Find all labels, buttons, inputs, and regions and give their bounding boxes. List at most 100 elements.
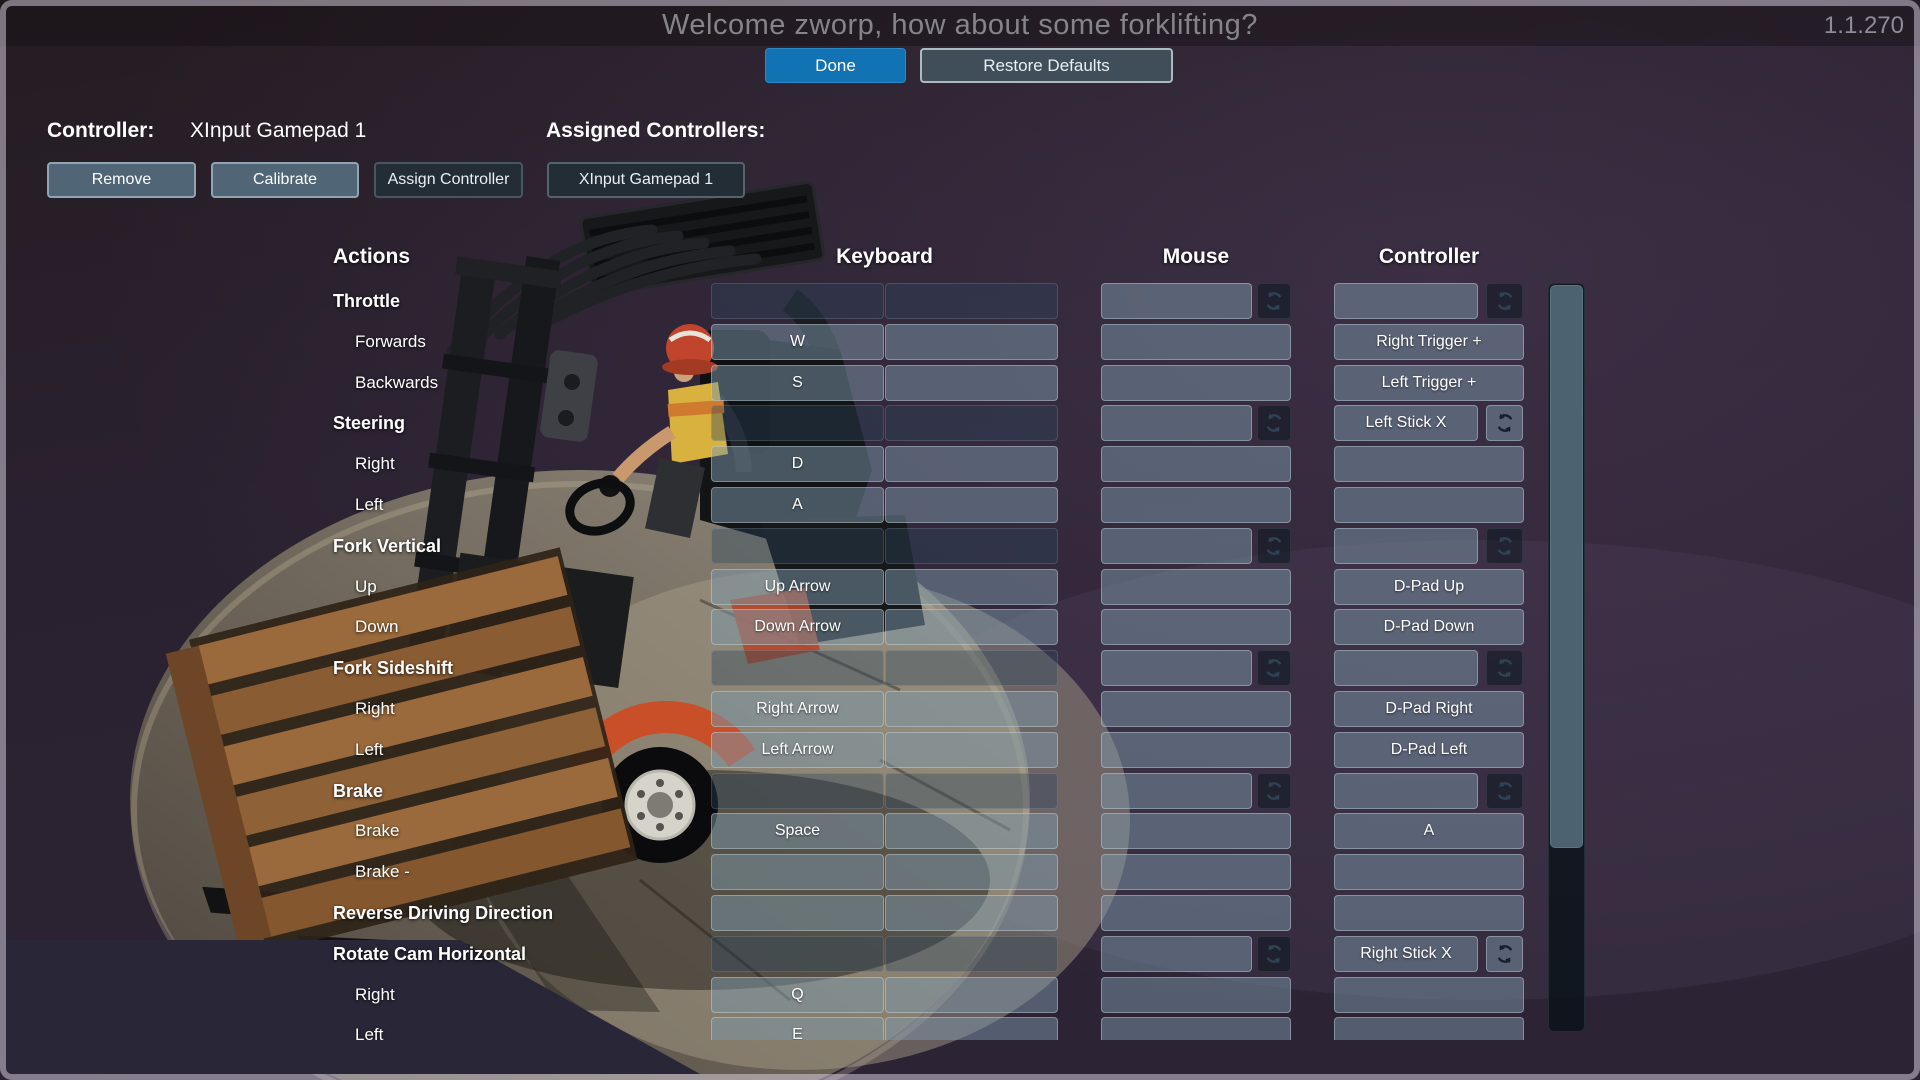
- controller-binding-cell[interactable]: A: [1334, 813, 1524, 849]
- mouse-binding-cell[interactable]: [1101, 895, 1291, 931]
- keyboard-secondary-cell[interactable]: [885, 569, 1058, 605]
- mouse-binding-cell[interactable]: [1101, 1017, 1291, 1040]
- keyboard-secondary-cell[interactable]: [885, 1017, 1058, 1040]
- controller-binding-cell[interactable]: D-Pad Up: [1334, 569, 1524, 605]
- keyboard-primary-cell[interactable]: [711, 936, 884, 972]
- keyboard-primary-cell[interactable]: [711, 773, 884, 809]
- mouse-binding-cell[interactable]: [1101, 609, 1291, 645]
- mouse-binding-cell[interactable]: [1101, 773, 1252, 809]
- controller-binding-cell[interactable]: [1334, 283, 1478, 319]
- keyboard-secondary-cell[interactable]: [885, 773, 1058, 809]
- keyboard-secondary-cell[interactable]: [885, 609, 1058, 645]
- mouse-binding-cell[interactable]: [1101, 446, 1291, 482]
- keyboard-primary-cell[interactable]: D: [711, 446, 884, 482]
- keyboard-primary-cell[interactable]: Space: [711, 813, 884, 849]
- reset-controller-binding-button[interactable]: [1486, 528, 1523, 564]
- keyboard-primary-cell[interactable]: [711, 405, 884, 441]
- keyboard-primary-cell[interactable]: [711, 895, 884, 931]
- keyboard-primary-cell[interactable]: Left Arrow: [711, 732, 884, 768]
- keyboard-secondary-cell[interactable]: [885, 324, 1058, 360]
- reset-mouse-binding-button[interactable]: [1257, 773, 1291, 809]
- reset-binding-icon: [1266, 658, 1282, 678]
- binding-row: Fork Vertical: [300, 528, 1546, 564]
- controller-binding-cell[interactable]: [1334, 487, 1524, 523]
- reset-controller-binding-button[interactable]: [1486, 405, 1523, 441]
- keyboard-secondary-cell[interactable]: [885, 813, 1058, 849]
- mouse-binding-cell[interactable]: [1101, 813, 1291, 849]
- bindings-scrollbar[interactable]: [1548, 283, 1585, 1032]
- reset-mouse-binding-button[interactable]: [1257, 936, 1291, 972]
- reset-controller-binding-button[interactable]: [1486, 650, 1523, 686]
- action-label: Steering: [333, 413, 406, 433]
- mouse-binding-cell[interactable]: [1101, 569, 1291, 605]
- keyboard-primary-cell[interactable]: W: [711, 324, 884, 360]
- restore-defaults-button[interactable]: Restore Defaults: [920, 48, 1173, 83]
- controller-binding-cell[interactable]: [1334, 895, 1524, 931]
- keyboard-secondary-cell[interactable]: [885, 895, 1058, 931]
- reset-mouse-binding-button[interactable]: [1257, 405, 1291, 441]
- mouse-binding-cell[interactable]: [1101, 405, 1252, 441]
- keyboard-secondary-cell[interactable]: [885, 405, 1058, 441]
- remove-controller-button[interactable]: Remove: [47, 162, 196, 198]
- reset-controller-binding-button[interactable]: [1486, 773, 1523, 809]
- mouse-binding-cell[interactable]: [1101, 650, 1252, 686]
- keyboard-primary-cell[interactable]: Q: [711, 977, 884, 1013]
- controller-binding-cell[interactable]: [1334, 773, 1478, 809]
- keyboard-primary-cell[interactable]: [711, 283, 884, 319]
- controller-binding-cell[interactable]: D-Pad Down: [1334, 609, 1524, 645]
- keyboard-secondary-cell[interactable]: [885, 365, 1058, 401]
- controller-binding-cell[interactable]: Left Trigger +: [1334, 365, 1524, 401]
- controller-binding-cell[interactable]: D-Pad Right: [1334, 691, 1524, 727]
- mouse-binding-cell[interactable]: [1101, 732, 1291, 768]
- reset-controller-binding-button[interactable]: [1486, 283, 1523, 319]
- keyboard-primary-cell[interactable]: E: [711, 1017, 884, 1040]
- reset-mouse-binding-button[interactable]: [1257, 283, 1291, 319]
- mouse-binding-cell[interactable]: [1101, 487, 1291, 523]
- mouse-binding-cell[interactable]: [1101, 528, 1252, 564]
- keyboard-secondary-cell[interactable]: [885, 936, 1058, 972]
- controller-binding-cell[interactable]: D-Pad Left: [1334, 732, 1524, 768]
- controller-binding-cell[interactable]: Right Trigger +: [1334, 324, 1524, 360]
- controller-binding-cell[interactable]: [1334, 446, 1524, 482]
- controller-binding-cell[interactable]: Right Stick X: [1334, 936, 1478, 972]
- calibrate-button[interactable]: Calibrate: [211, 162, 359, 198]
- keyboard-secondary-cell[interactable]: [885, 732, 1058, 768]
- assigned-controller-item[interactable]: XInput Gamepad 1: [547, 162, 745, 198]
- reset-mouse-binding-button[interactable]: [1257, 650, 1291, 686]
- assign-controller-button[interactable]: Assign Controller: [374, 162, 523, 198]
- keyboard-primary-cell[interactable]: Up Arrow: [711, 569, 884, 605]
- keyboard-primary-cell[interactable]: [711, 854, 884, 890]
- reset-controller-binding-button[interactable]: [1486, 936, 1523, 972]
- controller-binding-cell[interactable]: [1334, 977, 1524, 1013]
- keyboard-primary-cell[interactable]: [711, 650, 884, 686]
- keyboard-secondary-cell[interactable]: [885, 528, 1058, 564]
- keyboard-secondary-cell[interactable]: [885, 854, 1058, 890]
- mouse-binding-cell[interactable]: [1101, 977, 1291, 1013]
- mouse-binding-cell[interactable]: [1101, 365, 1291, 401]
- keyboard-secondary-cell[interactable]: [885, 691, 1058, 727]
- mouse-binding-cell[interactable]: [1101, 936, 1252, 972]
- mouse-binding-cell[interactable]: [1101, 691, 1291, 727]
- reset-mouse-binding-button[interactable]: [1257, 528, 1291, 564]
- controller-binding-cell[interactable]: [1334, 650, 1478, 686]
- mouse-binding-cell[interactable]: [1101, 324, 1291, 360]
- controller-binding-cell[interactable]: [1334, 1017, 1524, 1040]
- keyboard-secondary-cell[interactable]: [885, 977, 1058, 1013]
- reset-binding-icon: [1266, 944, 1282, 964]
- keyboard-secondary-cell[interactable]: [885, 487, 1058, 523]
- controller-binding-cell[interactable]: [1334, 528, 1478, 564]
- keyboard-secondary-cell[interactable]: [885, 283, 1058, 319]
- done-button[interactable]: Done: [765, 48, 906, 83]
- mouse-binding-cell[interactable]: [1101, 854, 1291, 890]
- keyboard-primary-cell[interactable]: Down Arrow: [711, 609, 884, 645]
- scrollbar-thumb[interactable]: [1550, 285, 1583, 848]
- mouse-binding-cell[interactable]: [1101, 283, 1252, 319]
- controller-binding-cell[interactable]: Left Stick X: [1334, 405, 1478, 441]
- keyboard-primary-cell[interactable]: A: [711, 487, 884, 523]
- keyboard-secondary-cell[interactable]: [885, 650, 1058, 686]
- keyboard-primary-cell[interactable]: Right Arrow: [711, 691, 884, 727]
- controller-binding-cell[interactable]: [1334, 854, 1524, 890]
- keyboard-secondary-cell[interactable]: [885, 446, 1058, 482]
- keyboard-primary-cell[interactable]: [711, 528, 884, 564]
- keyboard-primary-cell[interactable]: S: [711, 365, 884, 401]
